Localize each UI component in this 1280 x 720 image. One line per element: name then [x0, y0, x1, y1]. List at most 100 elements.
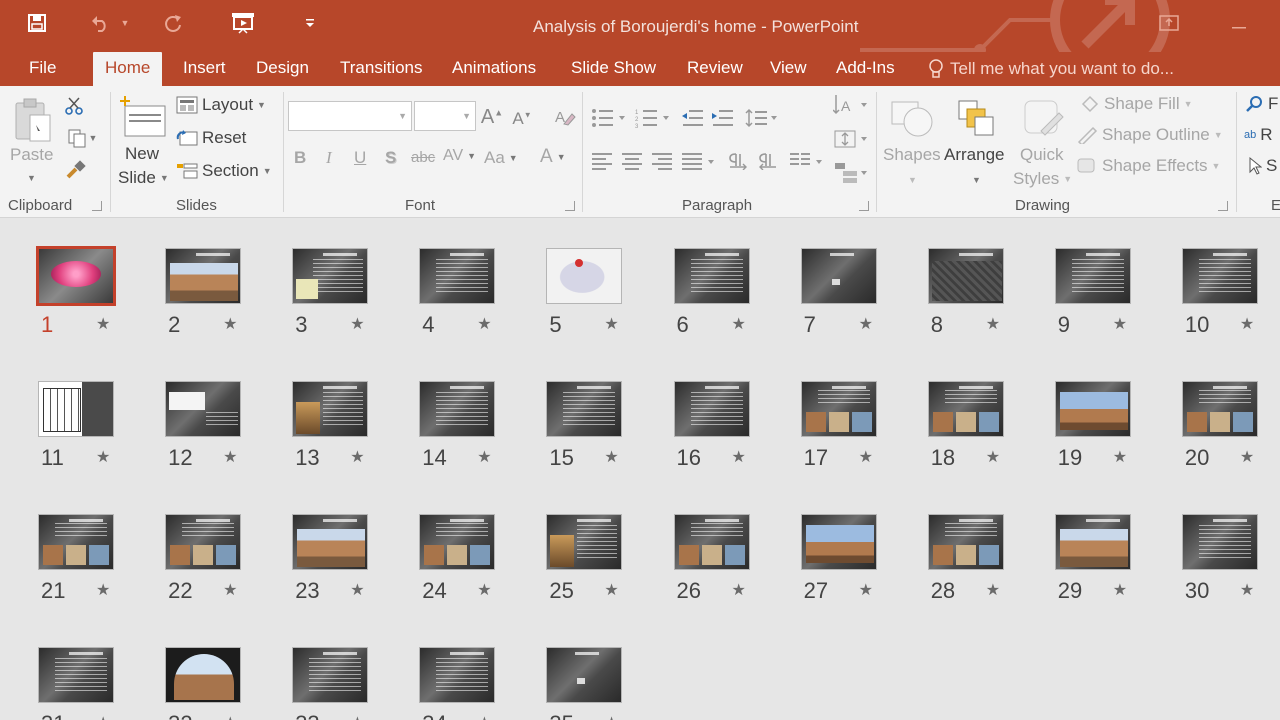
slide-thumbnail[interactable] — [673, 514, 750, 570]
slide-thumbnail[interactable] — [292, 514, 369, 570]
slide-thumbnail-item[interactable]: 7 ★ — [800, 248, 901, 348]
slide-thumbnail[interactable] — [38, 647, 114, 703]
font-name-input[interactable]: ▼ — [288, 101, 412, 131]
font-dialog-launcher[interactable] — [565, 201, 575, 211]
slide-thumbnail[interactable] — [36, 246, 116, 306]
slide-thumbnail-item[interactable]: 20 ★ — [1181, 381, 1280, 481]
tab-transitions[interactable]: Transitions — [340, 52, 423, 86]
select-button[interactable]: S — [1248, 156, 1277, 176]
slide-thumbnail[interactable] — [1181, 248, 1258, 304]
slide-thumbnail[interactable] — [546, 248, 623, 304]
animation-star-icon[interactable]: ★ — [1240, 447, 1254, 467]
animation-star-icon[interactable]: ★ — [350, 713, 364, 720]
tab-add-ins[interactable]: Add-Ins — [836, 52, 895, 86]
slide-thumbnail[interactable] — [292, 381, 369, 437]
slide-thumbnail[interactable] — [292, 248, 369, 304]
slide-thumbnail-item[interactable]: 34 ★ — [419, 647, 519, 720]
animation-star-icon[interactable]: ★ — [604, 314, 618, 334]
slide-thumbnail[interactable] — [419, 514, 496, 570]
slide-thumbnail-item[interactable]: 13 ★ — [292, 381, 392, 481]
animation-star-icon[interactable]: ★ — [350, 447, 364, 467]
slide-thumbnail[interactable] — [165, 647, 242, 703]
undo-dropdown[interactable]: ▼ — [118, 10, 132, 36]
slide-thumbnail[interactable] — [546, 514, 623, 570]
smartart-button[interactable] — [832, 160, 868, 186]
slide-thumbnail-item[interactable]: 21 ★ — [38, 514, 138, 614]
animation-star-icon[interactable]: ★ — [223, 314, 237, 334]
slide-thumbnail-item[interactable]: 17 ★ — [800, 381, 901, 481]
font-color-button[interactable]: A ▼ — [540, 146, 566, 168]
slide-thumbnail[interactable] — [800, 381, 877, 437]
slide-thumbnail-item[interactable]: 2 ★ — [165, 248, 265, 348]
slide-thumbnail-item[interactable]: 10 ★ — [1181, 248, 1280, 348]
slide-thumbnail-item[interactable]: 22 ★ — [165, 514, 265, 614]
new-slide-button[interactable] — [118, 92, 168, 142]
underline-button[interactable]: U — [354, 148, 366, 168]
slide-thumbnail-item[interactable]: 19 ★ — [1054, 381, 1155, 481]
copy-button[interactable]: ▼ — [62, 126, 102, 150]
customize-quick-access-button[interactable] — [298, 10, 322, 36]
decrease-font-size-button[interactable]: A▼ — [510, 106, 534, 132]
animation-star-icon[interactable]: ★ — [223, 713, 237, 720]
slide-thumbnail-item[interactable]: 26 ★ — [673, 514, 774, 614]
animation-star-icon[interactable]: ★ — [1113, 580, 1127, 600]
change-case-button[interactable]: Aa ▼ — [484, 148, 518, 168]
slide-sorter[interactable]: 1 ★ 2 ★ 3 ★ 4 ★ 5 ★ 6 ★ 7 ★ 8 ★ 9 ★ 10 ★ 11 ★ 12 ★ 13 ★ 14 ★ 15 ★ 16 ★ 1… — [0, 219, 1280, 720]
layout-button[interactable]: Layout ▼ — [176, 95, 266, 115]
redo-button[interactable] — [160, 10, 186, 36]
replace-button[interactable]: ab R — [1244, 125, 1273, 145]
slide-thumbnail-item[interactable]: 12 ★ — [165, 381, 265, 481]
tab-home[interactable]: Home — [93, 52, 163, 86]
animation-star-icon[interactable]: ★ — [986, 447, 1000, 467]
animation-star-icon[interactable]: ★ — [96, 447, 110, 467]
animation-star-icon[interactable]: ★ — [223, 580, 237, 600]
animation-star-icon[interactable]: ★ — [350, 314, 364, 334]
slide-thumbnail[interactable] — [546, 647, 623, 703]
undo-button[interactable] — [88, 10, 114, 36]
slide-thumbnail[interactable] — [1054, 381, 1131, 437]
slide-thumbnail-item[interactable]: 24 ★ — [419, 514, 519, 614]
animation-star-icon[interactable]: ★ — [477, 447, 491, 467]
animation-star-icon[interactable]: ★ — [604, 713, 618, 720]
text-direction-button[interactable]: A — [832, 92, 868, 118]
animation-star-icon[interactable]: ★ — [604, 580, 618, 600]
slide-thumbnail-item[interactable]: 18 ★ — [927, 381, 1028, 481]
slide-thumbnail[interactable] — [165, 248, 242, 304]
animation-star-icon[interactable]: ★ — [477, 314, 491, 334]
line-spacing-button[interactable] — [744, 106, 780, 130]
animation-star-icon[interactable]: ★ — [96, 314, 110, 334]
slide-thumbnail-item[interactable]: 31 ★ — [38, 647, 138, 720]
animation-star-icon[interactable]: ★ — [732, 580, 746, 600]
animation-star-icon[interactable]: ★ — [1113, 447, 1127, 467]
slide-thumbnail[interactable] — [38, 381, 114, 437]
animation-star-icon[interactable]: ★ — [96, 713, 110, 720]
animation-star-icon[interactable]: ★ — [732, 447, 746, 467]
font-size-input[interactable]: ▼ — [414, 101, 476, 131]
find-button[interactable]: F — [1246, 94, 1278, 114]
bold-button[interactable]: B — [294, 148, 306, 168]
cut-button[interactable] — [62, 94, 86, 118]
tab-file[interactable]: File — [29, 52, 56, 86]
character-spacing-button[interactable]: AV ▼ — [443, 147, 476, 165]
justify-button[interactable] — [680, 149, 718, 173]
slide-thumbnail-item[interactable]: 5 ★ — [546, 248, 646, 348]
left-to-right-button[interactable] — [726, 149, 750, 173]
align-text-button[interactable] — [832, 126, 868, 152]
animation-star-icon[interactable]: ★ — [1113, 314, 1127, 334]
animation-star-icon[interactable]: ★ — [859, 314, 873, 334]
italic-button[interactable]: I — [326, 148, 332, 168]
animation-star-icon[interactable]: ★ — [1240, 314, 1254, 334]
slide-thumbnail-item[interactable]: 29 ★ — [1054, 514, 1155, 614]
tab-design[interactable]: Design — [256, 52, 309, 86]
slide-thumbnail[interactable] — [419, 381, 496, 437]
animation-star-icon[interactable]: ★ — [477, 580, 491, 600]
shape-outline-button[interactable]: Shape Outline ▼ — [1076, 125, 1223, 145]
increase-font-size-button[interactable]: A▲ — [480, 104, 504, 130]
animation-star-icon[interactable]: ★ — [477, 713, 491, 720]
shape-effects-button[interactable]: Shape Effects ▼ — [1076, 156, 1220, 176]
tab-insert[interactable]: Insert — [183, 52, 226, 86]
animation-star-icon[interactable]: ★ — [350, 580, 364, 600]
slide-thumbnail-item[interactable]: 15 ★ — [546, 381, 646, 481]
animation-star-icon[interactable]: ★ — [1240, 580, 1254, 600]
animation-star-icon[interactable]: ★ — [732, 314, 746, 334]
